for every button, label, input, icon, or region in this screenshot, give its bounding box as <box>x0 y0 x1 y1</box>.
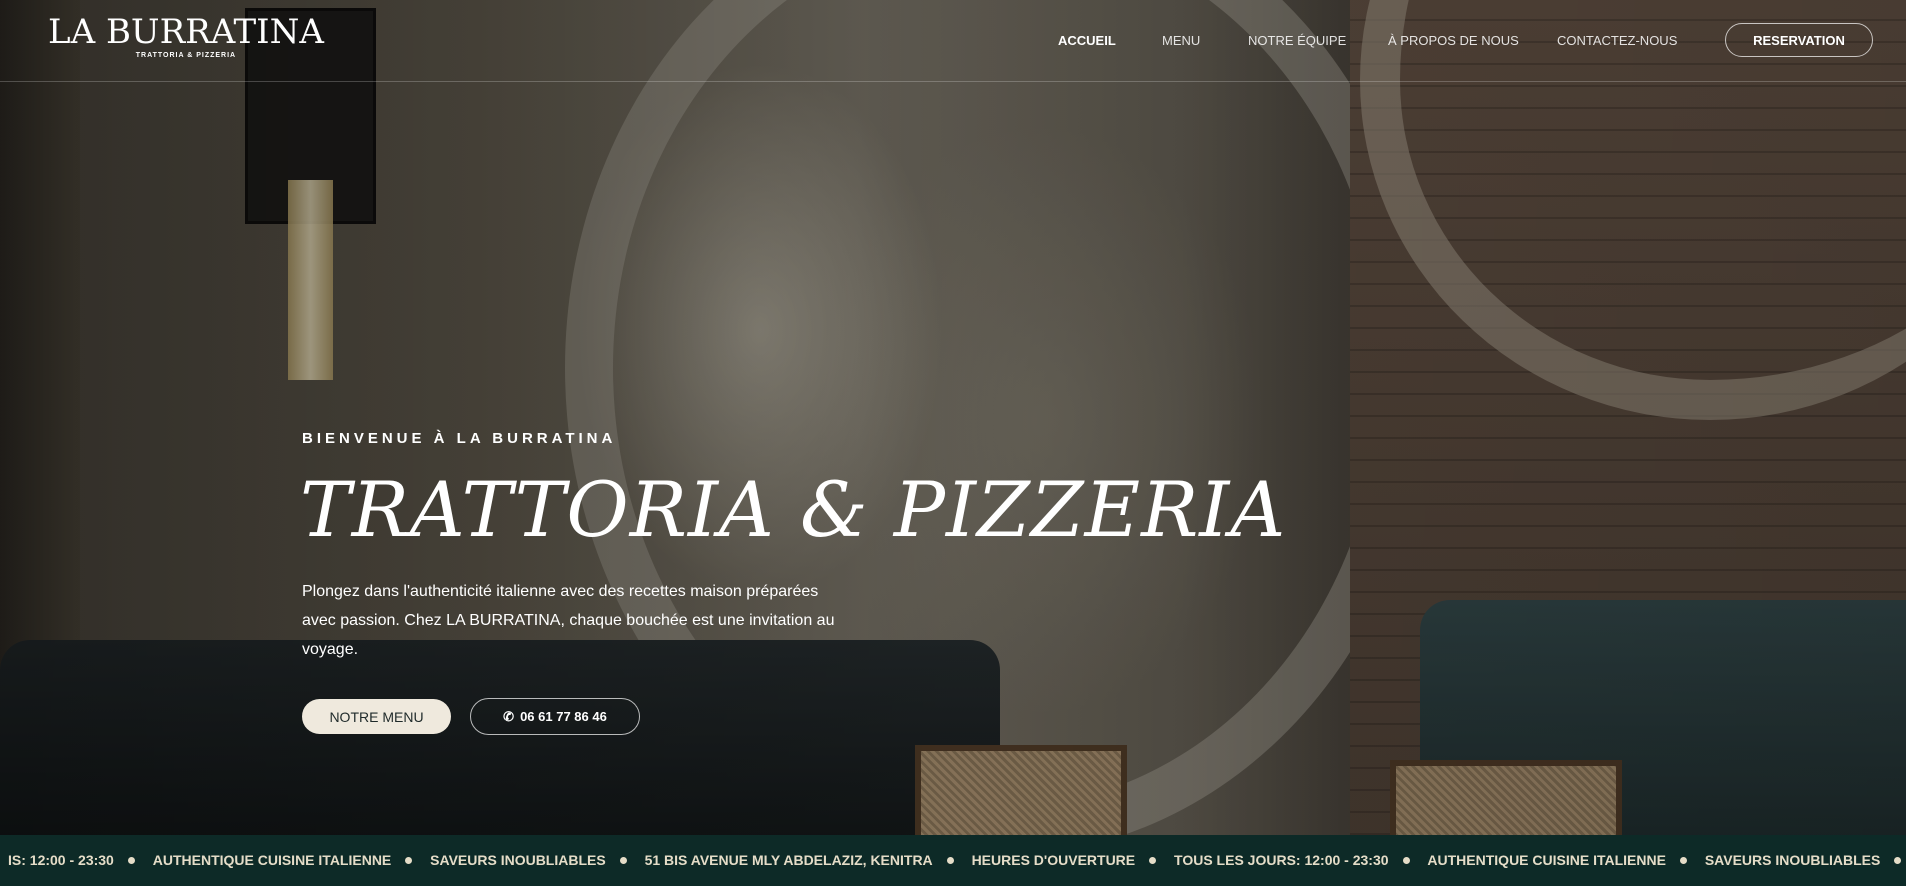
ticker-item: HEURES D'OUVERTURE <box>971 852 1136 868</box>
ticker-item: SAVEURS INOUBLIABLES <box>430 852 606 868</box>
ticker-item: SAVEURS INOUBLIABLES <box>1704 852 1881 868</box>
hero-background <box>0 0 1906 835</box>
ticker-dot <box>946 856 954 864</box>
main-nav: ACCUEIL MENU NOTRE ÉQUIPE À PROPOS DE NO… <box>0 33 1906 53</box>
ticker-item: 51 BIS AVENUE MLY ABDELAZIZ, KENITRA <box>644 852 933 868</box>
phone-button[interactable]: ✆ 06 61 77 86 46 <box>470 698 640 735</box>
ticker-item: AUTHENTIQUE CUISINE ITALIENNE <box>152 852 392 868</box>
nav-item-a-propos[interactable]: À PROPOS DE NOUS <box>1388 33 1519 48</box>
ticker-dot <box>1679 856 1687 864</box>
nav-item-contact[interactable]: CONTACTEZ-NOUS <box>1557 33 1677 48</box>
info-ticker: IS: 12:00 - 23:30 AUTHENTIQUE CUISINE IT… <box>0 835 1906 886</box>
hero-title: TRATTORIA & PIZZERIA <box>300 465 1287 554</box>
overlay <box>0 0 1906 835</box>
logo-tagline: TRATTORIA & PIZZERIA <box>135 52 237 59</box>
nav-item-menu[interactable]: MENU <box>1162 33 1200 48</box>
reservation-button[interactable]: RESERVATION <box>1725 23 1873 57</box>
ticker-track: IS: 12:00 - 23:30 AUTHENTIQUE CUISINE IT… <box>8 852 1906 868</box>
ticker-dot <box>1894 856 1902 864</box>
nav-item-notre-equipe[interactable]: NOTRE ÉQUIPE <box>1248 33 1346 48</box>
ticker-item: AUTHENTIQUE CUISINE ITALIENNE <box>1427 852 1666 868</box>
ticker-dot <box>127 856 135 864</box>
ticker-dot <box>1402 856 1410 864</box>
ticker-item: IS: 12:00 - 23:30 <box>8 852 114 868</box>
site-header: LA BURRATINA TRATTORIA & PIZZERIA ACCUEI… <box>0 0 1906 82</box>
ticker-dot <box>619 856 627 864</box>
phone-icon: ✆ <box>503 708 515 724</box>
our-menu-button[interactable]: NOTRE MENU <box>302 699 451 734</box>
phone-number: 06 61 77 86 46 <box>520 709 607 724</box>
ticker-dot <box>1149 856 1157 864</box>
nav-item-accueil[interactable]: ACCUEIL <box>1058 33 1116 48</box>
hero-eyebrow: BIENVENUE À LA BURRATINA <box>302 430 617 447</box>
hero-description: Plongez dans l'authenticité italienne av… <box>302 583 835 658</box>
ticker-dot <box>405 856 413 864</box>
ticker-item: TOUS LES JOURS: 12:00 - 23:30 <box>1174 852 1389 868</box>
